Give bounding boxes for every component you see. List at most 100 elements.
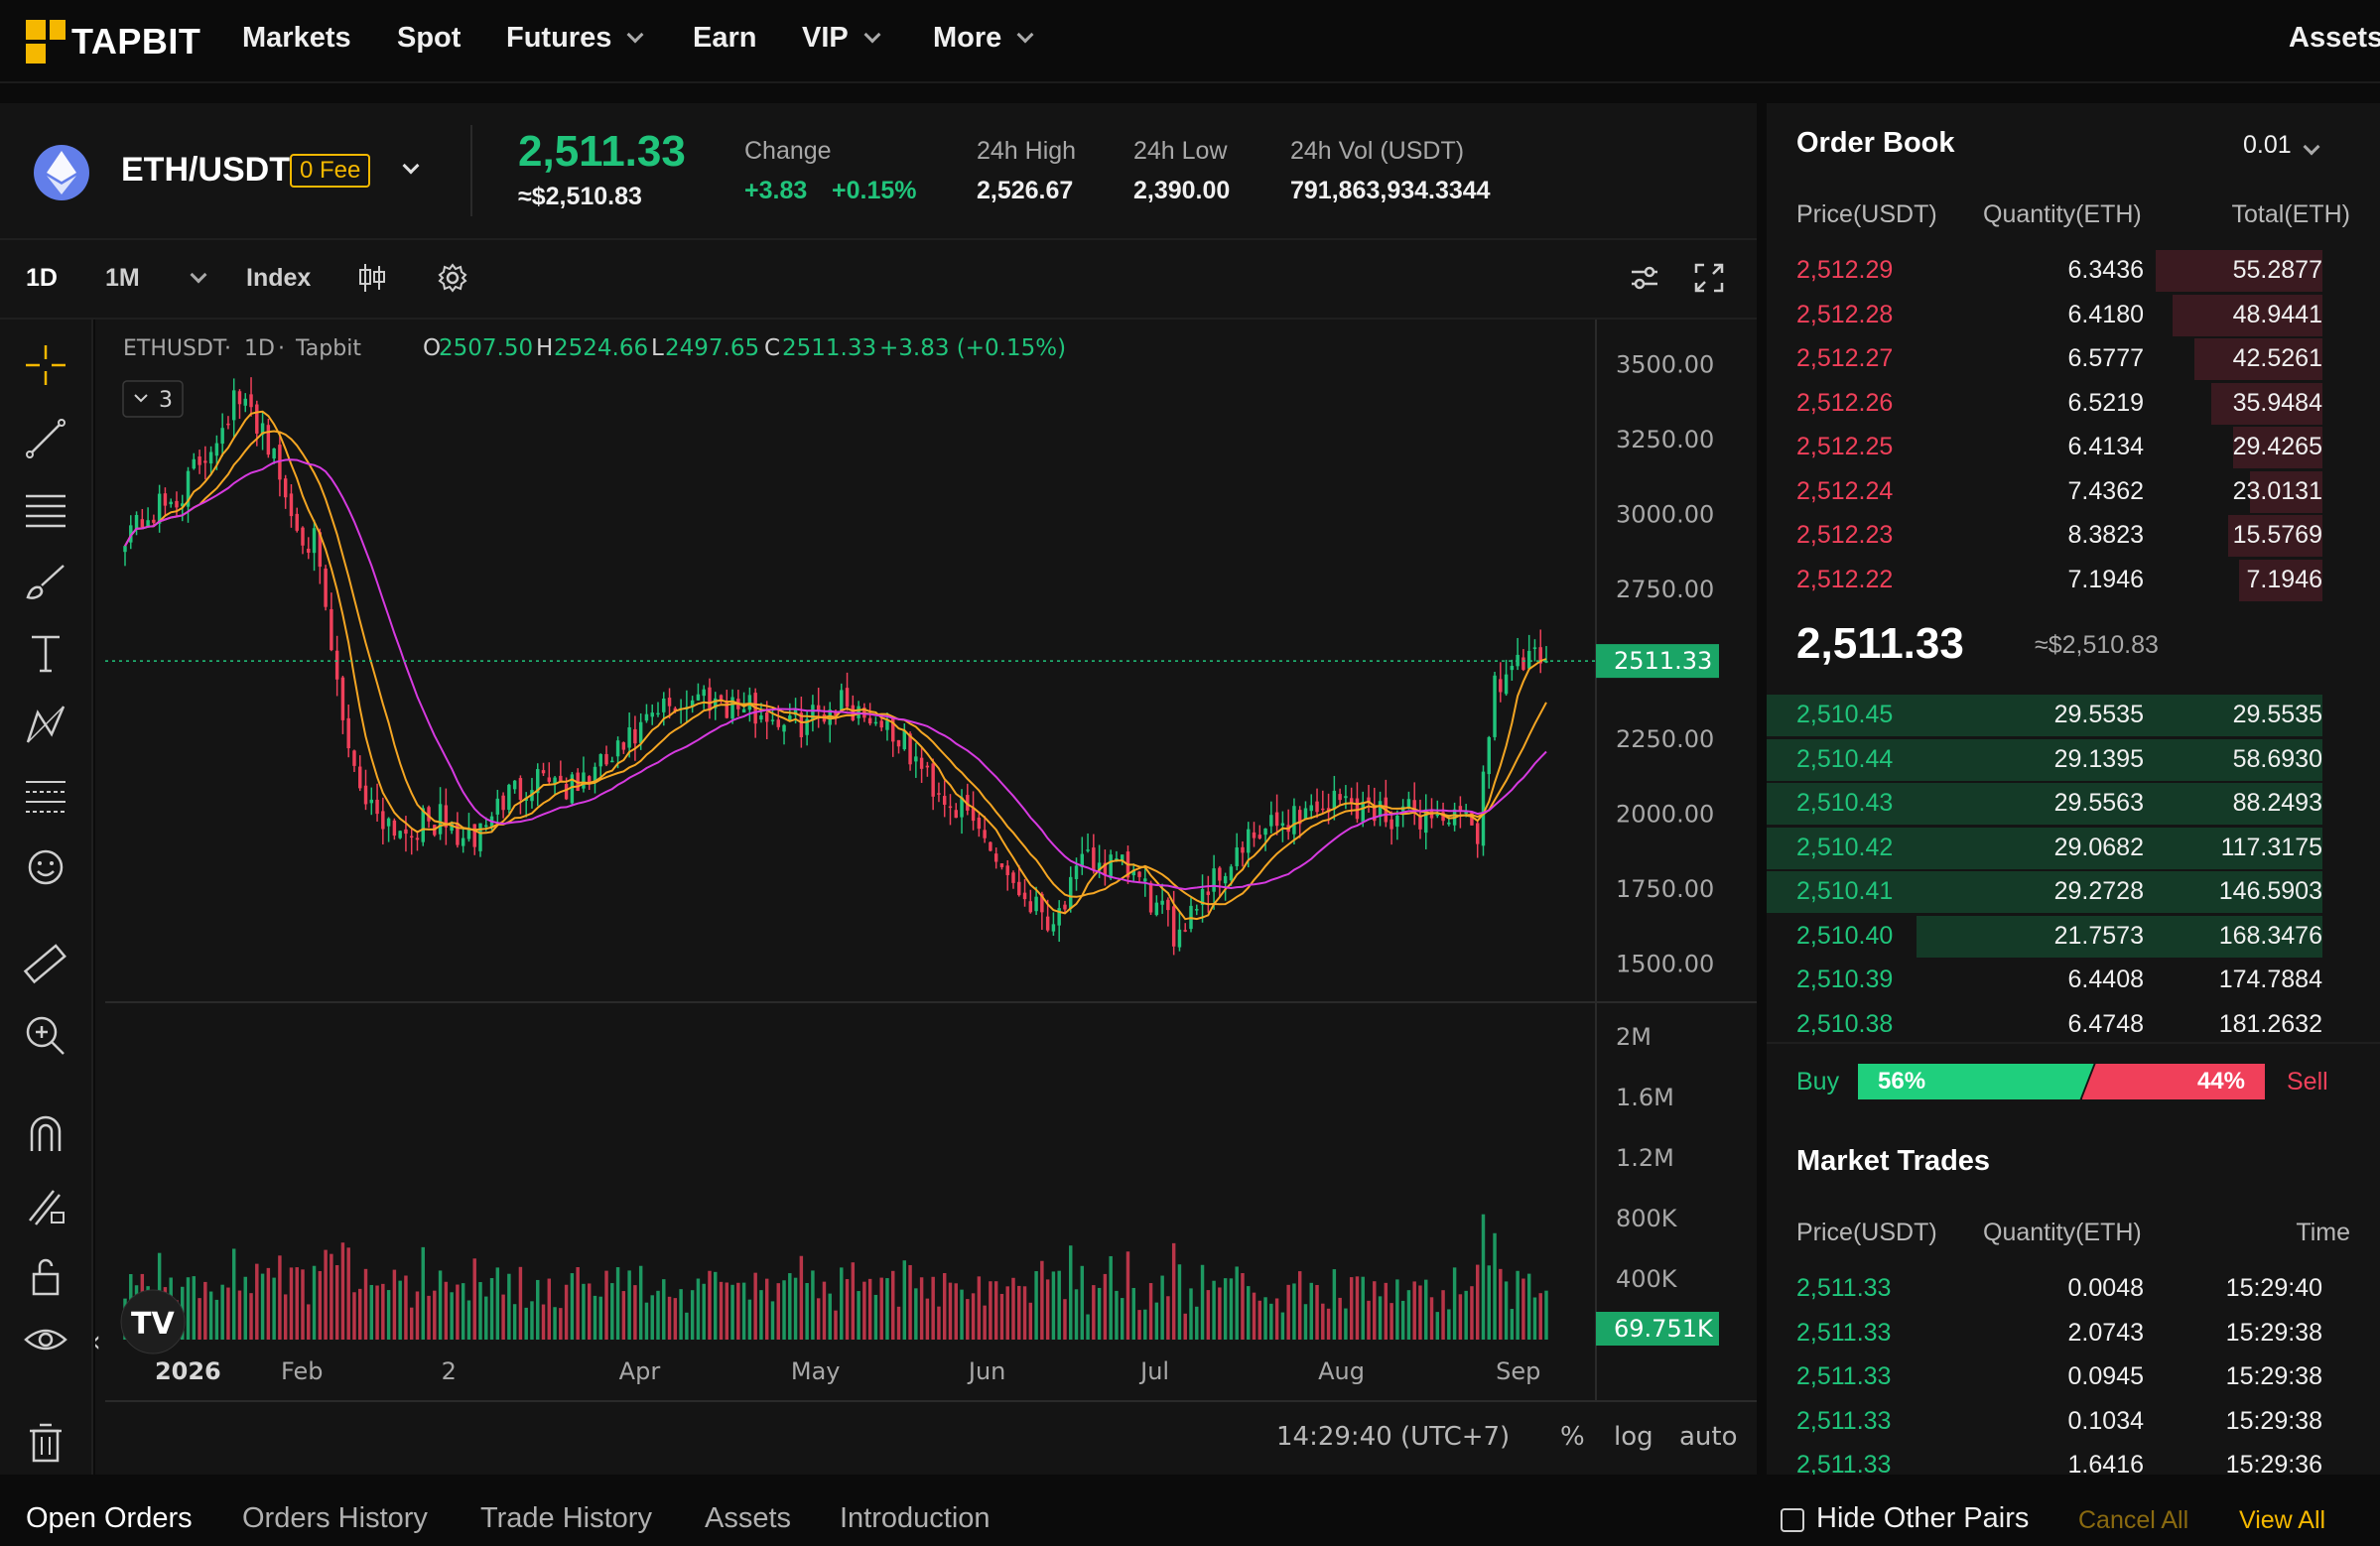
chart-settings-sliders-icon[interactable] <box>1630 264 1659 297</box>
ask-row[interactable]: 2,512.25 6.4134 29.4265 <box>1767 425 2322 468</box>
chevron-down-icon <box>1016 26 1034 43</box>
bid-row[interactable]: 2,510.45 29.5535 29.5535 <box>1767 693 2322 736</box>
volume-bar <box>633 1285 637 1340</box>
volume-bar <box>834 1310 838 1340</box>
nav-futures[interactable]: Futures <box>506 22 644 55</box>
bid-list: 2,510.45 29.5535 29.5535 2,510.44 29.1395 58.… <box>1767 693 2352 1050</box>
hide-pairs-checkbox[interactable] <box>1781 1508 1804 1532</box>
bid-row[interactable]: 2,510.40 21.7573 168.3476 <box>1767 914 2322 958</box>
bid-row[interactable]: 2,510.44 29.1395 58.6930 <box>1767 737 2322 781</box>
zoom-in-icon[interactable] <box>18 1008 73 1064</box>
nav-markets[interactable]: Markets <box>242 22 351 55</box>
candle <box>811 705 815 720</box>
candle <box>1487 736 1491 775</box>
bid-row[interactable]: 2,510.38 6.4748 181.2632 <box>1767 1002 2322 1046</box>
ask-row[interactable]: 2,512.29 6.3436 55.2877 <box>1767 248 2322 292</box>
ob-qty: 6.3436 <box>2067 256 2144 284</box>
volume-bar <box>392 1269 397 1340</box>
ask-row[interactable]: 2,512.27 6.5777 42.5261 <box>1767 336 2322 380</box>
brush-icon[interactable] <box>18 554 73 609</box>
volume-bar <box>1022 1286 1027 1340</box>
nav-assets[interactable]: Assets <box>2289 22 2380 55</box>
volume-bar <box>203 1281 207 1340</box>
bid-row[interactable]: 2,510.42 29.0682 117.3175 <box>1767 826 2322 869</box>
candle <box>324 568 328 607</box>
tab-open-orders[interactable]: Open Orders <box>26 1502 193 1535</box>
bid-row[interactable]: 2,510.41 29.2728 146.5903 <box>1767 869 2322 913</box>
ask-row[interactable]: 2,512.22 7.1946 7.1946 <box>1767 558 2322 601</box>
tapbit-logo[interactable]: TAPBIT <box>26 18 200 65</box>
logo-text: TAPBIT <box>71 21 201 62</box>
trade-time: 15:29:38 <box>2225 1318 2322 1347</box>
volume-bar <box>421 1246 425 1340</box>
volume-bar <box>1344 1308 1348 1340</box>
trend-line-icon[interactable] <box>18 411 73 466</box>
tab-trade-history[interactable]: Trade History <box>480 1502 652 1535</box>
volume-bar <box>564 1284 569 1340</box>
volume-bar <box>1400 1300 1405 1340</box>
volume-tick-label: 1.2M <box>1616 1144 1674 1172</box>
precision-select[interactable]: 0.01 <box>2243 131 2320 160</box>
text-tool-icon[interactable] <box>18 625 73 681</box>
volume-bar <box>249 1293 253 1340</box>
crosshair-icon[interactable] <box>18 337 73 393</box>
volume-bar <box>1292 1283 1296 1340</box>
ob-price: 2,512.23 <box>1796 521 1894 549</box>
candle <box>1344 796 1348 799</box>
legend-h-key: H <box>536 335 553 361</box>
bid-row[interactable]: 2,510.39 6.4408 174.7884 <box>1767 958 2322 1001</box>
volume-bar <box>466 1300 471 1340</box>
chart-svg[interactable]: 3500.00 3250.00 3000.00 2750.00 2250.00 2000.… <box>95 320 1757 1475</box>
eye-icon[interactable] <box>18 1314 73 1369</box>
unlock-icon[interactable] <box>18 1248 73 1304</box>
index-button[interactable]: Index <box>246 264 311 293</box>
candle <box>363 785 368 805</box>
volume-bar <box>1447 1309 1451 1340</box>
lock-drawings-pencil-icon[interactable] <box>18 1177 73 1232</box>
change-pct: +0.15% <box>832 177 917 204</box>
candle <box>283 478 288 498</box>
candle <box>1526 650 1531 669</box>
fullscreen-icon[interactable] <box>1693 262 1725 299</box>
candle <box>1321 808 1325 811</box>
hide-pairs-label[interactable]: Hide Other Pairs <box>1816 1502 2029 1535</box>
nav-more[interactable]: More <box>933 22 1034 55</box>
bid-row[interactable]: 2,510.43 29.5563 88.2493 <box>1767 781 2322 825</box>
nav-spot[interactable]: Spot <box>397 22 461 55</box>
tab-assets[interactable]: Assets <box>705 1502 791 1535</box>
volume-bar <box>1286 1284 1290 1340</box>
pattern-icon[interactable] <box>18 697 73 752</box>
interval-1m-button[interactable]: 1M <box>105 264 140 293</box>
candle <box>1435 814 1440 817</box>
interval-1d-button[interactable]: 1D <box>26 264 58 293</box>
legend-l-key: L <box>651 335 664 361</box>
candle <box>896 739 901 747</box>
ask-row[interactable]: 2,512.23 8.3823 15.5769 <box>1767 513 2322 557</box>
nav-vip[interactable]: VIP <box>802 22 881 55</box>
ruler-icon[interactable] <box>18 937 73 992</box>
nav-earn[interactable]: Earn <box>693 22 756 55</box>
trash-icon[interactable] <box>18 1415 73 1471</box>
ask-row[interactable]: 2,512.24 7.4362 23.0131 <box>1767 469 2322 513</box>
chevron-down-icon[interactable] <box>397 157 420 177</box>
candle <box>999 863 1004 867</box>
settings-gear-icon[interactable] <box>437 262 468 299</box>
interval-chevron-down-icon[interactable] <box>185 266 207 286</box>
candle <box>1532 647 1537 649</box>
magnet-icon[interactable] <box>18 1105 73 1161</box>
cancel-all-button[interactable]: Cancel All <box>2078 1506 2188 1535</box>
price-chart[interactable]: 3500.00 3250.00 3000.00 2750.00 2250.00 2000.… <box>95 320 1757 1475</box>
tab-orders-history[interactable]: Orders History <box>242 1502 428 1535</box>
candle-type-icon[interactable] <box>357 262 387 299</box>
pair-name[interactable]: ETH/USDT <box>121 151 290 190</box>
volume-bar <box>840 1267 844 1340</box>
candle <box>610 760 614 763</box>
ask-row[interactable]: 2,512.26 6.5219 35.9484 <box>1767 381 2322 425</box>
ask-row[interactable]: 2,512.28 6.4180 48.9441 <box>1767 293 2322 336</box>
fib-levels-icon[interactable] <box>18 768 73 824</box>
view-all-button[interactable]: View All <box>2239 1506 2325 1535</box>
horizontal-lines-icon[interactable] <box>18 482 73 538</box>
volume-bar <box>334 1264 339 1340</box>
tab-introduction[interactable]: Introduction <box>840 1502 991 1535</box>
emoji-icon[interactable] <box>18 839 73 895</box>
